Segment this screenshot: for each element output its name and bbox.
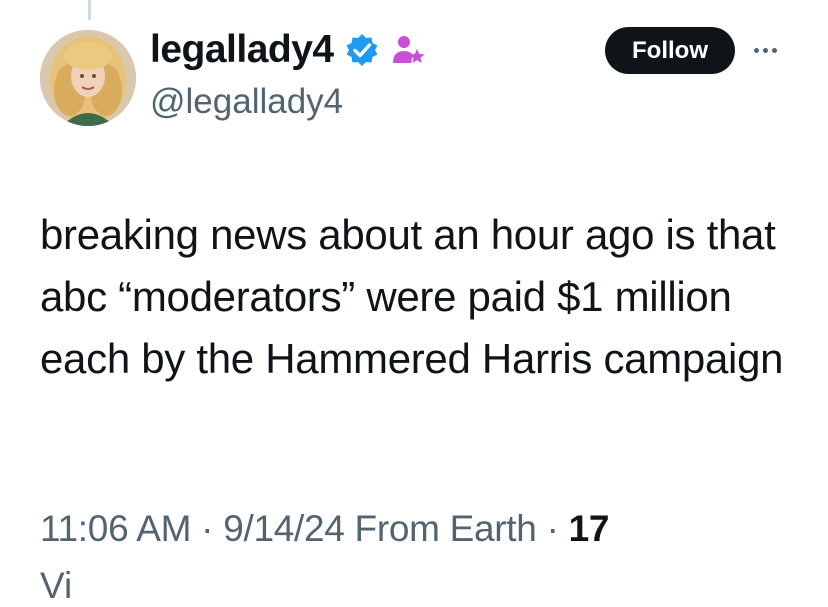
- views-label: Vi: [40, 565, 73, 606]
- author-name-row: legallady4: [150, 26, 426, 74]
- person-star-icon: [392, 36, 425, 63]
- tweet-date[interactable]: 9/14/24: [223, 508, 345, 549]
- avatar[interactable]: [40, 30, 136, 126]
- tweet-text: breaking news about an hour ago is that …: [40, 211, 784, 382]
- tweet-source: From Earth: [354, 508, 537, 549]
- more-options-icon[interactable]: [754, 44, 788, 56]
- tweet-time[interactable]: 11:06 AM: [40, 508, 191, 549]
- verified-check-icon[interactable]: [344, 32, 380, 68]
- avatar-image: [40, 30, 136, 126]
- more-dot: [772, 47, 777, 53]
- meta-separator: ·: [201, 508, 214, 549]
- more-dot: [754, 47, 759, 53]
- author-display-name[interactable]: legallady4: [150, 28, 334, 72]
- tweet-meta: 11:06 AM · 9/14/24 From Earth · 17: [40, 508, 609, 550]
- more-dot: [763, 47, 768, 53]
- thread-connector-line: [88, 0, 91, 20]
- follow-button[interactable]: Follow: [605, 27, 735, 74]
- meta-separator: ·: [546, 508, 559, 549]
- author-handle[interactable]: @legallady4: [150, 82, 343, 122]
- views-count: 17: [568, 508, 610, 549]
